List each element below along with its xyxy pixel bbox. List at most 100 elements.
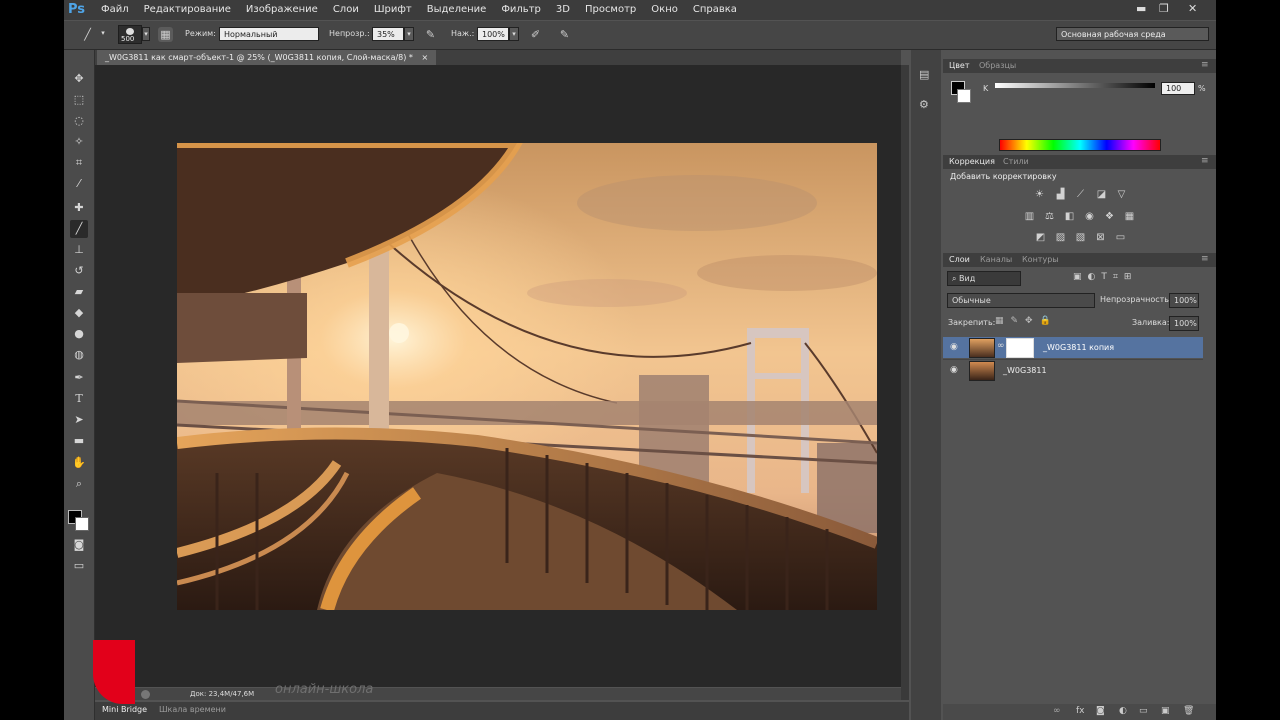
channel-mixer-icon[interactable]: ❖ xyxy=(1103,210,1116,223)
type-icon[interactable]: T xyxy=(70,390,88,408)
color-balance-icon[interactable]: ⚖ xyxy=(1043,210,1056,223)
gradient-map-icon[interactable]: ▭ xyxy=(1114,231,1127,244)
close-icon[interactable]: ✕ xyxy=(1188,2,1197,15)
crop-icon[interactable]: ⌗ xyxy=(70,154,88,172)
exposure-icon[interactable]: ◪ xyxy=(1095,188,1108,201)
color-lookup-icon[interactable]: ▦ xyxy=(1123,210,1136,223)
lasso-icon[interactable]: ◌ xyxy=(70,112,88,130)
menu-filter[interactable]: Фильтр xyxy=(501,4,541,15)
brush-size-picker[interactable]: 500 xyxy=(118,25,142,44)
layer-filter-select[interactable]: ⌕ Вид xyxy=(947,271,1021,286)
lock-icons[interactable]: ▦✎✥🔒 xyxy=(995,316,1058,326)
layer-row[interactable]: ◉ ∞ _W0G3811 копия xyxy=(943,337,1203,358)
new-layer-icon[interactable]: ▣ xyxy=(1161,706,1170,716)
menu-file[interactable]: Файл xyxy=(101,4,129,15)
screen-mode-icon[interactable]: ▭ xyxy=(70,557,88,575)
k-channel-input[interactable]: 100 xyxy=(1161,82,1195,95)
brush-preset-dropdown[interactable]: ▾ xyxy=(98,27,108,41)
flow-input[interactable]: 100% xyxy=(477,27,509,41)
posterize-icon[interactable]: ▨ xyxy=(1054,231,1067,244)
canvas-area[interactable] xyxy=(95,65,901,687)
tab-styles[interactable]: Стили xyxy=(1003,157,1029,166)
menu-window[interactable]: Окно xyxy=(651,4,678,15)
panel-menu-icon[interactable]: ≡ xyxy=(1201,254,1209,264)
hand-icon[interactable]: ✋ xyxy=(70,454,88,472)
brush-icon[interactable]: ╱ xyxy=(70,220,88,238)
menu-view[interactable]: Просмотр xyxy=(585,4,636,15)
pressure-opacity-icon[interactable]: ✎ xyxy=(423,27,438,42)
eye-icon[interactable]: ◉ xyxy=(950,365,958,375)
quick-select-icon[interactable]: ✧ xyxy=(70,133,88,151)
eyedropper-icon[interactable]: ⁄ xyxy=(70,175,88,193)
path-select-icon[interactable]: ➤ xyxy=(70,411,88,429)
menu-select[interactable]: Выделение xyxy=(427,4,487,15)
layer-row[interactable]: ◉ _W0G3811 xyxy=(943,359,1203,381)
menu-edit[interactable]: Редактирование xyxy=(144,4,231,15)
quick-mask-icon[interactable]: ◙ xyxy=(70,536,88,554)
tab-paths[interactable]: Контуры xyxy=(1022,255,1059,264)
tab-swatches[interactable]: Образцы xyxy=(979,61,1016,70)
gradient-icon[interactable]: ◆ xyxy=(70,304,88,322)
color-background-swatch[interactable] xyxy=(957,89,971,103)
move-icon[interactable]: ✥ xyxy=(70,70,88,88)
threshold-icon[interactable]: ▧ xyxy=(1074,231,1087,244)
selective-color-icon[interactable]: ⊠ xyxy=(1094,231,1107,244)
restore-icon[interactable]: ❐ xyxy=(1159,2,1169,15)
brightness-icon[interactable]: ☀ xyxy=(1033,188,1046,201)
shape-icon[interactable]: ▬ xyxy=(70,432,88,450)
stamp-icon[interactable]: ⊥ xyxy=(70,241,88,259)
history-brush-icon[interactable]: ↺ xyxy=(70,262,88,280)
fx-icon[interactable]: fx xyxy=(1076,706,1085,716)
pressure-size-icon[interactable]: ✎ xyxy=(557,27,572,42)
vertical-scrollbar[interactable] xyxy=(901,65,909,700)
menu-help[interactable]: Справка xyxy=(693,4,737,15)
brush-preset-icon[interactable]: ╱ xyxy=(80,27,95,42)
opacity-dropdown[interactable]: ▾ xyxy=(404,27,414,41)
curves-icon[interactable]: ⟋ xyxy=(1074,188,1087,201)
healing-icon[interactable]: ✚ xyxy=(70,199,88,217)
black-white-icon[interactable]: ◧ xyxy=(1063,210,1076,223)
flow-dropdown[interactable]: ▾ xyxy=(509,27,519,41)
levels-icon[interactable]: ▟ xyxy=(1054,188,1067,201)
eye-icon[interactable]: ◉ xyxy=(950,342,958,352)
brush-panel-icon[interactable]: ▦ xyxy=(158,27,173,42)
pen-icon[interactable]: ✒ xyxy=(70,369,88,387)
dodge-icon[interactable]: ◍ xyxy=(70,346,88,364)
adjustment-layer-icon[interactable]: ◐ xyxy=(1119,706,1127,716)
status-info-icon[interactable] xyxy=(141,690,150,699)
tab-adjustments[interactable]: Коррекция xyxy=(949,157,995,166)
layer-mask-thumbnail[interactable] xyxy=(1006,338,1034,358)
panel-menu-icon[interactable]: ≡ xyxy=(1201,60,1209,70)
workspace-select[interactable]: Основная рабочая среда xyxy=(1056,27,1209,41)
properties-panel-icon[interactable]: ⚙ xyxy=(919,98,933,112)
airbrush-icon[interactable]: ✐ xyxy=(528,27,543,42)
marquee-icon[interactable]: ⬚ xyxy=(70,91,88,109)
menu-type[interactable]: Шрифт xyxy=(374,4,412,15)
fill-input[interactable]: 100% xyxy=(1169,316,1199,331)
delete-layer-icon[interactable]: 🗑 xyxy=(1183,706,1194,716)
background-color-swatch[interactable] xyxy=(75,517,89,531)
layer-opacity-input[interactable]: 100% xyxy=(1169,293,1199,308)
group-icon[interactable]: ▭ xyxy=(1139,706,1148,716)
tab-mini-bridge[interactable]: Mini Bridge xyxy=(102,705,147,714)
history-panel-icon[interactable]: ▤ xyxy=(919,68,933,82)
add-mask-icon[interactable]: ◙ xyxy=(1096,706,1105,716)
blend-mode-select[interactable]: Обычные xyxy=(947,293,1095,308)
close-tab-icon[interactable]: × xyxy=(421,53,428,62)
document-tab[interactable]: _W0G3811 как смарт-объект-1 @ 25% (_W0G3… xyxy=(97,50,437,65)
panel-menu-icon[interactable]: ≡ xyxy=(1201,156,1209,166)
invert-icon[interactable]: ◩ xyxy=(1034,231,1047,244)
k-channel-slider[interactable] xyxy=(995,83,1155,88)
zoom-icon[interactable]: ⌕ xyxy=(70,475,88,493)
blur-icon[interactable]: ● xyxy=(70,325,88,343)
link-layers-icon[interactable]: ∞ xyxy=(1053,706,1061,716)
tab-channels[interactable]: Каналы xyxy=(980,255,1012,264)
color-spectrum-bar[interactable] xyxy=(999,139,1161,151)
menu-3d[interactable]: 3D xyxy=(556,4,570,15)
tab-color[interactable]: Цвет xyxy=(949,61,970,70)
photo-image[interactable] xyxy=(177,143,877,610)
brush-size-dropdown[interactable]: ▾ xyxy=(142,27,150,41)
menu-layers[interactable]: Слои xyxy=(333,4,359,15)
eraser-icon[interactable]: ▰ xyxy=(70,283,88,301)
menu-image[interactable]: Изображение xyxy=(246,4,318,15)
